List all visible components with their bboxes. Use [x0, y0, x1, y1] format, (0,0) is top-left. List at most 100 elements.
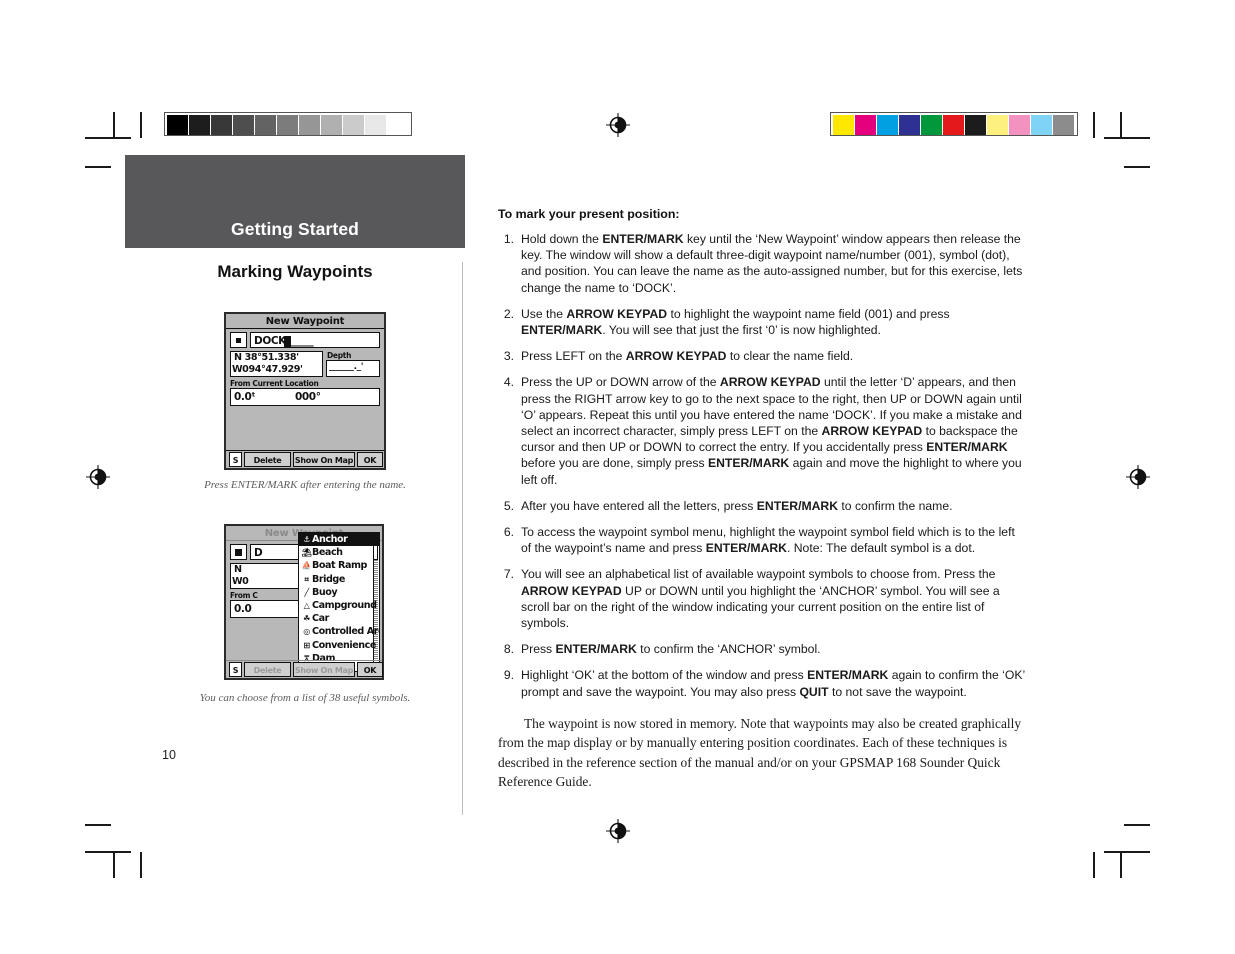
beach-icon: ⛱: [301, 548, 312, 558]
calibration-swatch-2: [211, 115, 232, 135]
symbol-list-popup[interactable]: ⚓ Anchor ⛱Beach ⛵Boat Ramp ⌗ Bridge ╱ Buoy △ Camp…: [298, 532, 380, 672]
instruction-step-list: 1. Hold down the ENTER/MARK key until the…: [498, 231, 1028, 700]
dot-symbol-icon: [236, 338, 241, 343]
symbol-button-2[interactable]: S: [229, 662, 242, 677]
delete-button-2[interactable]: Delete: [244, 662, 291, 677]
waypoint-name-field[interactable]: DOCK _____: [250, 332, 380, 348]
waypoint-symbol-field[interactable]: [230, 332, 247, 348]
figure-1-caption: Press ENTER/MARK after entering the name…: [204, 479, 406, 491]
step-number: 9.: [503, 668, 514, 683]
waypoint-name-value: DOCK: [254, 335, 286, 347]
instruction-step: 8. Press ENTER/MARK to confirm the ‘ANCHO…: [498, 641, 1028, 657]
boat-ramp-icon: ⛵: [301, 561, 312, 571]
calibration-swatch-2: [877, 115, 898, 135]
symbol-list-item[interactable]: △ Campground: [299, 599, 379, 612]
grayscale-step-wedge: [164, 112, 412, 136]
longitude-value-2: W0: [232, 576, 249, 587]
registration-target-icon-top: [605, 112, 631, 138]
crop-mark-right-upper: [1124, 166, 1150, 168]
show-on-map-button[interactable]: Show On Map: [293, 452, 355, 467]
calibration-swatch-1: [855, 115, 876, 135]
symbol-list-item-label: Controlled Area: [312, 626, 379, 638]
crop-mark-bottom-left-v: [113, 852, 115, 878]
waypoint-name-value-2: D: [254, 547, 263, 559]
calibration-swatch-1: [189, 115, 210, 135]
symbol-list-item[interactable]: ⚓ Anchor: [299, 533, 379, 547]
gps-button-bar: S Delete Show On Map OK: [227, 452, 383, 467]
calibration-swatch-7: [987, 115, 1008, 135]
instruction-step: 9. Highlight ‘OK’ at the bottom of the wi…: [498, 667, 1028, 699]
instruction-step: 6. To access the waypoint symbol menu, hi…: [498, 524, 1028, 556]
instruction-step: 7. You will see an alphabetical list of a…: [498, 566, 1028, 631]
step-number: 8.: [503, 642, 514, 657]
closing-paragraph: The waypoint is now stored in memory. No…: [498, 715, 1022, 790]
symbol-list-item[interactable]: ⌗ Bridge: [299, 573, 379, 586]
instruction-step: 3. Press LEFT on the ARROW KEYPAD to clea…: [498, 348, 1028, 364]
calibration-swatch-0: [167, 115, 188, 135]
anchor-icon: ⚓: [303, 535, 310, 544]
latitude-value: N 38°51.338': [234, 352, 299, 363]
calibration-swatch-4: [255, 115, 276, 135]
waypoint-symbol-list-screen: New Waypoint D N W0 From C 0.0 ⚓Anchor⛱B…: [224, 524, 384, 680]
symbol-list-item[interactable]: ⊞Convenience Stor: [299, 639, 379, 652]
symbol-list-item[interactable]: ╱ Buoy: [299, 586, 379, 599]
calibration-swatch-5: [943, 115, 964, 135]
calibration-swatch-6: [299, 115, 320, 135]
waypoint-position-field[interactable]: N 38°51.338' W094°47.929': [230, 351, 323, 377]
convenience-store-icon: ⊞: [303, 640, 310, 650]
step-text: You will see an alphabetical list of ava…: [521, 567, 1000, 631]
calibration-swatch-0: [833, 115, 854, 135]
from-current-location-field[interactable]: 0.0ᵗ 000°: [230, 388, 380, 406]
symbol-list-item[interactable]: ☘ Car: [299, 612, 379, 625]
symbol-list-item-label: Campground: [312, 599, 377, 611]
gps-screen-title: New Waypoint: [265, 316, 345, 327]
waypoint-symbol-field-2[interactable]: [230, 544, 247, 560]
calibration-swatch-10: [387, 115, 408, 135]
ok-button[interactable]: OK: [357, 452, 383, 467]
crop-mark-bottom-right-h2: [1104, 851, 1150, 853]
symbol-list-item-label: Beach: [312, 547, 343, 559]
step-number: 2.: [503, 306, 514, 321]
registration-target-icon-right: [1125, 464, 1151, 490]
step-text: To access the waypoint symbol menu, high…: [521, 525, 1015, 556]
section-header-band: Getting Started: [125, 155, 465, 248]
instruction-step: 4. Press the UP or DOWN arrow of the ARRO…: [498, 374, 1028, 487]
step-text: Hold down the ENTER/MARK key until the ‘…: [521, 232, 1023, 295]
symbol-list-item[interactable]: ⛱Beach: [299, 546, 379, 559]
ok-button-2[interactable]: OK: [357, 662, 383, 677]
calibration-swatch-9: [365, 115, 386, 135]
calibration-swatch-9: [1031, 115, 1052, 135]
step-number: 4.: [503, 375, 514, 390]
calibration-swatch-5: [277, 115, 298, 135]
longitude-value: W094°47.929': [232, 364, 303, 375]
instruction-step: 5. After you have entered all the letters…: [498, 498, 1028, 514]
crop-mark-top-left-v: [113, 112, 115, 138]
calibration-swatch-8: [1009, 115, 1030, 135]
delete-button[interactable]: Delete: [244, 452, 291, 467]
name-cursor: [284, 336, 291, 347]
crop-mark-bottom-left-v2: [140, 852, 142, 878]
symbol-list-item[interactable]: ⛵Boat Ramp: [299, 559, 379, 572]
crop-mark-bottom-left-h2: [85, 851, 131, 853]
step-text: Use the ARROW KEYPAD to highlight the wa…: [521, 306, 950, 338]
step-number: 5.: [503, 498, 514, 513]
calibration-swatch-7: [321, 115, 342, 135]
calibration-swatch-8: [343, 115, 364, 135]
crop-mark-bottom-right-h: [1124, 824, 1150, 826]
instruction-step: 2. Use the ARROW KEYPAD to highlight the …: [498, 306, 1028, 338]
step-number: 7.: [503, 567, 514, 582]
symbol-list-item-label: Buoy: [312, 586, 338, 598]
show-on-map-button-2[interactable]: Show On Map: [293, 662, 355, 677]
crop-mark-top-right-v: [1120, 112, 1122, 138]
from-current-location-label: From Current Location: [230, 379, 319, 388]
symbol-list-item[interactable]: ◎Controlled Area: [299, 625, 379, 638]
crop-mark-bottom-right-v2: [1093, 852, 1095, 878]
car-icon: ☘: [303, 614, 310, 624]
symbol-button[interactable]: S: [229, 452, 242, 467]
depth-field[interactable]: ______._': [326, 360, 380, 377]
page-number: 10: [162, 748, 176, 762]
symbol-list-item-label: Convenience Stor: [312, 639, 379, 651]
crop-mark-top-left-v2: [140, 112, 142, 138]
calibration-swatch-10: [1053, 115, 1074, 135]
step-text: Press the UP or DOWN arrow of the ARROW …: [521, 375, 1022, 487]
